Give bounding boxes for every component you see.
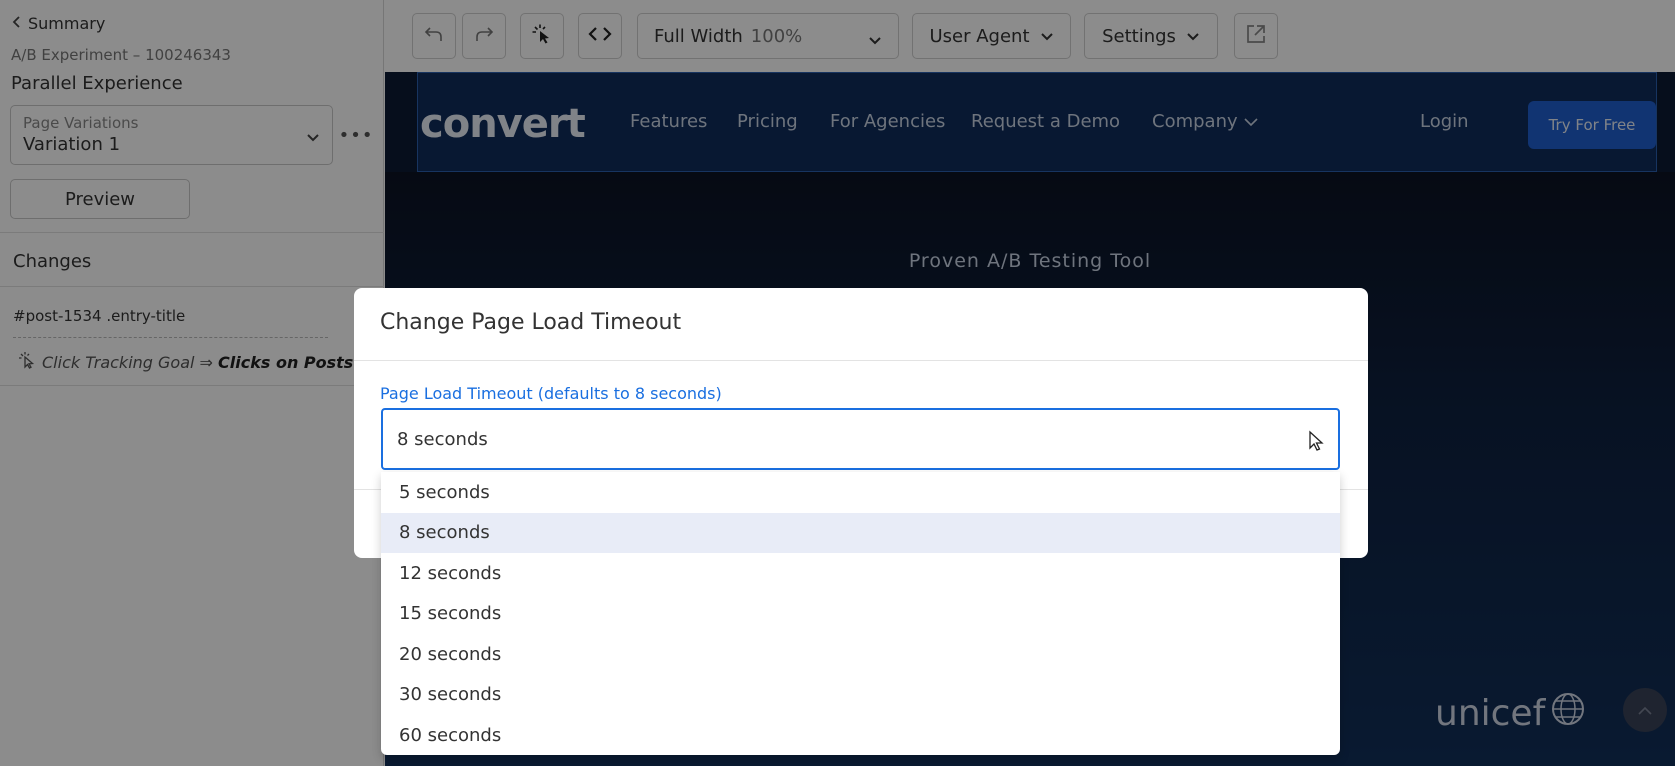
timeout-select-value: 8 seconds [397, 428, 488, 450]
timeout-option[interactable]: 5 seconds [381, 472, 1340, 513]
modal-title: Change Page Load Timeout [380, 310, 682, 335]
timeout-option[interactable]: 60 seconds [381, 715, 1340, 756]
timeout-select[interactable]: 8 seconds [381, 408, 1340, 470]
pointer-cursor-icon [1308, 430, 1324, 457]
timeout-option[interactable]: 15 seconds [381, 594, 1340, 635]
timeout-option[interactable]: 12 seconds [381, 553, 1340, 594]
divider [354, 360, 1368, 361]
timeout-option-selected[interactable]: 8 seconds [381, 512, 1340, 553]
timeout-options-list: 5 seconds 8 seconds 12 seconds 15 second… [381, 472, 1340, 755]
timeout-field-label: Page Load Timeout (defaults to 8 seconds… [380, 384, 722, 403]
timeout-option[interactable]: 30 seconds [381, 675, 1340, 716]
timeout-option[interactable]: 20 seconds [381, 634, 1340, 675]
